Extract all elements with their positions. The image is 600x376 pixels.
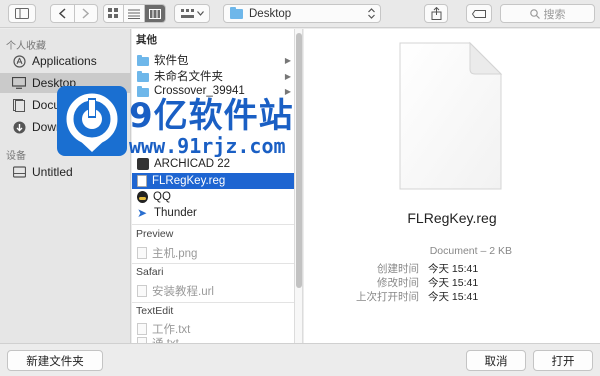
arrange-icon [180, 8, 194, 18]
group-header-textedit: TextEdit [136, 305, 174, 317]
view-mode-group [103, 4, 166, 23]
watermark-title: 9亿软件站 [129, 96, 294, 136]
chevron-down-icon [196, 11, 204, 16]
group-by-button[interactable] [174, 4, 210, 23]
location-select[interactable]: Desktop [223, 4, 381, 23]
modified-value: 今天 15:41 [428, 277, 479, 289]
opened-value: 今天 15:41 [428, 291, 479, 303]
sidebar-toggle-button[interactable] [8, 4, 36, 23]
location-label: Desktop [249, 7, 292, 20]
share-icon [431, 7, 441, 20]
sidebar-item-label: Applications [32, 54, 97, 68]
list-item-selected[interactable]: FLRegKey.reg [132, 173, 294, 189]
list-item[interactable]: 软件包 ▶ [132, 52, 294, 68]
file-name: Thunder [154, 207, 197, 219]
list-item[interactable]: ➤ Thunder [132, 205, 294, 221]
folder-icon [230, 6, 243, 19]
open-button[interactable]: 打开 [533, 350, 593, 371]
dialog-footer: 新建文件夹 取消 打开 [0, 343, 600, 376]
folder-icon [137, 54, 149, 66]
downloads-icon [12, 120, 26, 134]
disclosure-arrow-icon: ▶ [284, 71, 291, 81]
file-name: 未命名文件夹 [154, 71, 223, 83]
forward-button[interactable] [75, 5, 98, 22]
devices-header: 设备 [6, 151, 26, 162]
tag-icon [472, 9, 486, 18]
document-icon [137, 285, 147, 297]
tags-button[interactable] [466, 4, 492, 23]
modified-label: 修改时间 [377, 277, 419, 289]
preview-file-kind: Document – 2 KB [429, 245, 512, 257]
group-header-other: 其他 [136, 34, 157, 46]
file-name: FLRegKey.reg [152, 175, 226, 187]
file-name: 安装教程.url [152, 286, 214, 298]
divider [132, 224, 294, 225]
folder-icon [137, 70, 149, 82]
disclosure-arrow-icon: ▶ [284, 55, 291, 65]
applications-icon [12, 54, 26, 68]
list-item[interactable]: QQ [132, 189, 294, 205]
opened-label: 上次打开时间 [356, 291, 419, 303]
created-label: 创建时间 [377, 263, 419, 275]
updown-chevron-icon [368, 8, 375, 19]
thunder-app-icon: ➤ [137, 206, 148, 220]
columns-icon [148, 8, 161, 19]
desktop-icon [12, 76, 26, 90]
cancel-button[interactable]: 取消 [466, 350, 526, 371]
watermark-logo-icon [57, 86, 127, 156]
disk-icon [12, 165, 26, 179]
preview-file-name: FLRegKey.reg [407, 210, 497, 226]
search-placeholder: 搜索 [543, 8, 566, 21]
icon-view-button[interactable] [104, 5, 125, 22]
list-item[interactable]: 主机.png [132, 245, 294, 261]
document-icon [137, 247, 147, 259]
group-header-safari: Safari [136, 266, 164, 278]
column-view-button[interactable] [144, 5, 165, 22]
file-name: 软件包 [154, 55, 189, 67]
file-name: 通.txt [152, 335, 179, 343]
group-header-preview: Preview [136, 228, 174, 240]
divider [132, 302, 294, 303]
qq-app-icon [137, 191, 148, 203]
share-button[interactable] [424, 4, 448, 23]
scrollbar-thumb[interactable] [296, 33, 302, 288]
preview-pane: FLRegKey.reg Document – 2 KB 创建时间 今天 15:… [304, 29, 600, 343]
back-button[interactable] [51, 5, 75, 22]
sidebar: 个人收藏 Applications Desktop Documents Down… [0, 29, 131, 343]
chevron-left-icon [58, 8, 66, 19]
list-item[interactable]: 未命名文件夹 ▶ [132, 68, 294, 84]
created-value: 今天 15:41 [428, 263, 479, 275]
divider [132, 263, 294, 264]
column-scrollbar[interactable] [295, 29, 303, 343]
search-icon [529, 8, 540, 19]
watermark: 9亿软件站 www.91rjz.com [57, 86, 293, 170]
list-icon [128, 9, 141, 19]
document-preview-icon [399, 41, 503, 190]
watermark-url: www.91rjz.com [129, 134, 286, 158]
new-folder-button[interactable]: 新建文件夹 [7, 350, 103, 371]
list-view-button[interactable] [124, 5, 145, 22]
file-name: QQ [153, 191, 171, 203]
documents-icon [12, 98, 26, 112]
chevron-right-icon [82, 8, 90, 19]
document-icon [137, 175, 147, 187]
file-name: 主机.png [152, 248, 198, 260]
file-column: 其他 软件包 ▶ 未命名文件夹 ▶ Crossover_39941 ▶ ARCH… [132, 29, 295, 343]
sidebar-item-applications[interactable]: Applications [0, 51, 131, 71]
history-nav [50, 4, 98, 23]
document-icon [137, 323, 147, 335]
toolbar: Desktop 搜索 [0, 0, 600, 28]
grid-icon [108, 8, 119, 18]
list-item[interactable]: 安装教程.url [132, 283, 294, 299]
sidebar-icon [15, 8, 29, 19]
search-field[interactable]: 搜索 [500, 4, 595, 23]
favorites-header: 个人收藏 [6, 41, 46, 52]
list-item[interactable]: 通.txt [132, 335, 294, 343]
